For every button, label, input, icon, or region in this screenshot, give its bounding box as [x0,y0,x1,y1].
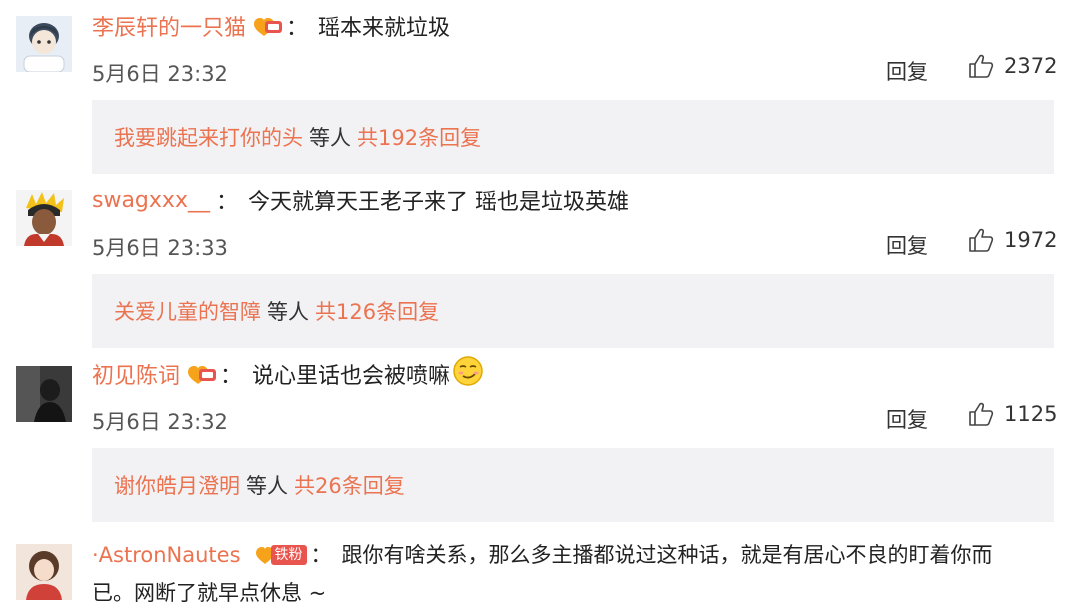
comment-date: 5月6日 23:32 [92,410,228,434]
colon: ： [286,16,309,41]
comment-header: 李辰轩的一只猫 ： 瑶本来就垃圾 [92,10,450,42]
sub-reply-total-link[interactable]: 共126条回复 [315,296,439,326]
comment-text: 今天就算天王老子来了 瑶也是垃圾英雄 [247,190,629,215]
like-button[interactable]: 1972 [968,228,1057,252]
reply-button[interactable]: 回复 [886,230,928,260]
avatar[interactable] [16,544,72,600]
username-link[interactable]: 初见陈词 [92,358,180,390]
comment-text: 瑶本来就垃圾 [318,16,451,41]
sub-reply-etc: 等人 [309,126,351,150]
like-button[interactable]: 1125 [968,402,1057,426]
comment-header: swagxxx__ ： 今天就算天王老子来了 瑶也是垃圾英雄 [92,184,629,216]
sub-reply-user[interactable]: 我要跳起来打你的头 [114,122,303,152]
iron-fan-badge: 铁粉 [255,544,307,566]
thumbs-up-icon [969,54,994,78]
badge-label: 铁粉 [270,545,307,565]
comment-text: 说心里话也会被喷嘛 [252,364,451,389]
sub-reply-total-link[interactable]: 共26条回复 [294,470,405,500]
username-link[interactable]: ·AstronNautes [92,536,241,574]
sub-replies-box[interactable]: 谢你皓月澄明 等人 共26条回复 [92,448,1054,522]
comment-header: 初见陈词 ： 说心里话也会被喷嘛 [92,355,484,393]
sub-reply-user[interactable]: 关爱儿童的智障 [114,296,261,326]
thumbs-up-icon [969,402,994,426]
sub-reply-etc: 等人 [246,474,288,498]
sub-reply-etc: 等人 [267,300,309,324]
like-count: 1972 [1004,228,1058,252]
like-button[interactable]: 2372 [968,54,1057,78]
sub-reply-total-link[interactable]: 共192条回复 [357,122,481,152]
comment-text-line2: 已。网断了就早点休息 ~ [92,581,327,605]
sub-replies-box[interactable]: 关爱儿童的智障 等人 共126条回复 [92,274,1054,348]
comment-body: ·AstronNautes 铁粉 ： 跟你有啥关系，那么多主播都说过这种话，就是… [92,536,1052,612]
sub-reply-user[interactable]: 谢你皓月澄明 [114,470,240,500]
comment-date: 5月6日 23:33 [92,236,228,260]
avatar[interactable] [16,190,72,246]
like-count: 1125 [1004,402,1058,426]
like-count: 2372 [1004,54,1058,78]
thumbs-up-icon [969,228,994,252]
fan-badge-icon [252,14,284,38]
comment-date: 5月6日 23:32 [92,62,228,86]
colon: ： [215,190,238,215]
colon: ： [220,364,243,389]
fan-badge-icon [186,362,218,386]
avatar[interactable] [16,16,72,72]
username-link[interactable]: 李辰轩的一只猫 [92,10,246,42]
smirk-emoji-icon [452,355,484,393]
comment-text-line1: 跟你有啥关系，那么多主播都说过这种话，就是有居心不良的盯着你而 [341,543,993,567]
reply-button[interactable]: 回复 [886,404,928,434]
colon: ： [310,543,332,567]
username-link[interactable]: swagxxx__ [92,188,210,213]
reply-button[interactable]: 回复 [886,56,928,86]
sub-replies-box[interactable]: 我要跳起来打你的头 等人 共192条回复 [92,100,1054,174]
avatar[interactable] [16,366,72,422]
